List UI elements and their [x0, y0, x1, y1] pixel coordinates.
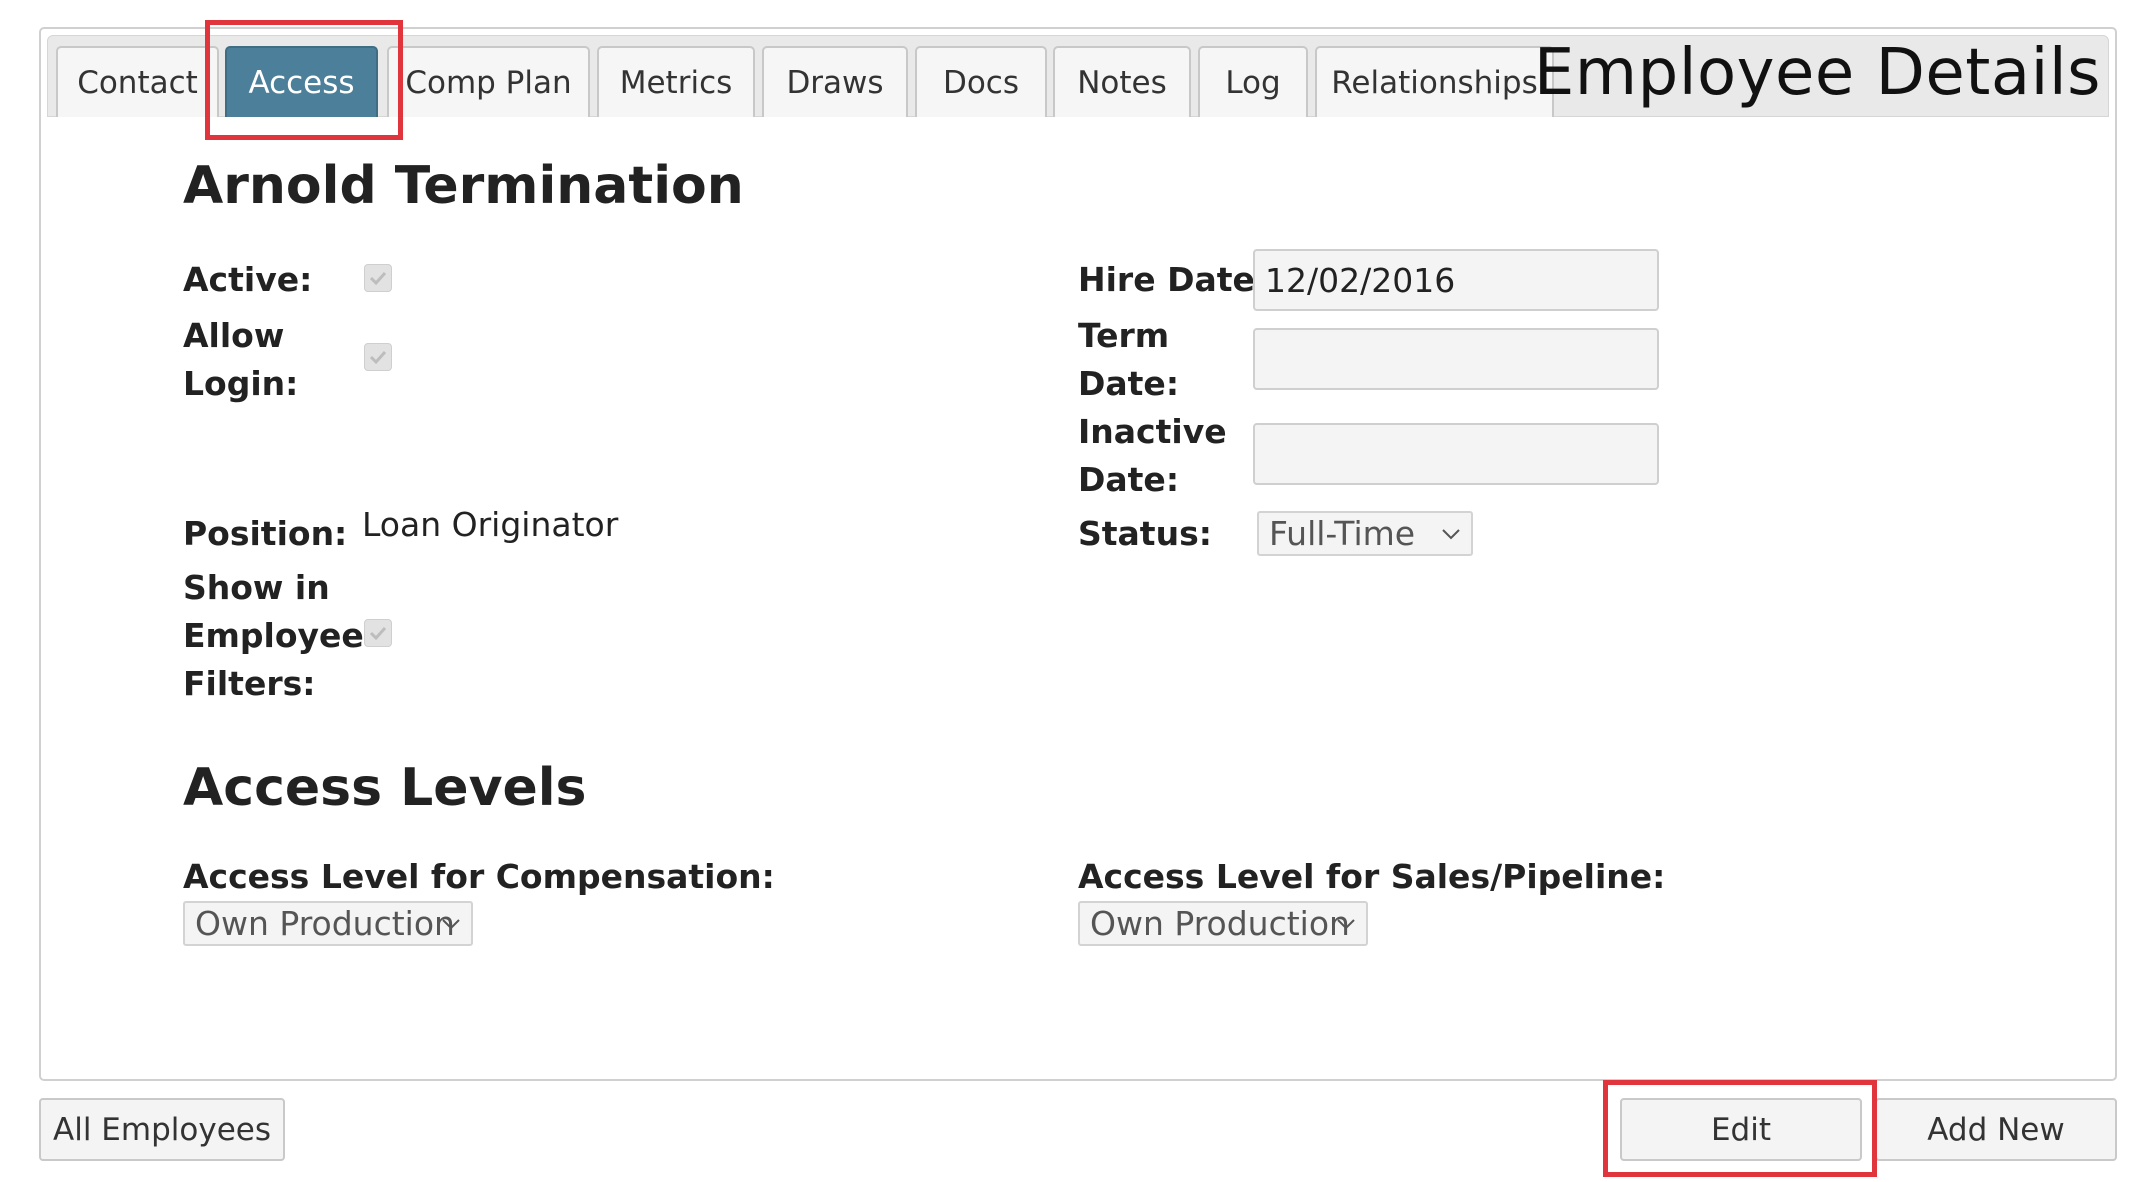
sales-access-value: Own Production [1090, 904, 1350, 943]
edit-button[interactable]: Edit [1620, 1098, 1862, 1161]
status-select-value: Full-Time [1269, 514, 1416, 553]
compensation-access-value: Own Production [195, 904, 455, 943]
chevron-down-icon [1337, 919, 1355, 930]
chevron-down-icon [1442, 529, 1460, 540]
tab-notes[interactable]: Notes [1053, 46, 1191, 117]
tab-draws[interactable]: Draws [762, 46, 908, 117]
inactive-date-label: Inactive Date: [1078, 412, 1227, 499]
hire-date-label: Hire Date: [1078, 260, 1269, 299]
show-in-filters-label: Show in Employee Filters: [183, 568, 364, 703]
hire-date-input[interactable] [1253, 249, 1659, 311]
page-title: Employee Details [1533, 36, 2101, 110]
tab-comp-plan[interactable]: Comp Plan [387, 46, 590, 117]
tab-metrics[interactable]: Metrics [597, 46, 755, 117]
check-icon [369, 350, 387, 365]
status-select[interactable]: Full-Time [1257, 511, 1473, 556]
employee-name: Arnold Termination [183, 156, 744, 216]
chevron-down-icon [442, 919, 460, 930]
status-label: Status: [1078, 514, 1212, 553]
tab-docs[interactable]: Docs [915, 46, 1047, 117]
active-checkbox[interactable] [364, 264, 392, 292]
access-levels-heading: Access Levels [183, 758, 587, 818]
allow-login-checkbox[interactable] [364, 343, 392, 371]
all-employees-button[interactable]: All Employees [39, 1098, 285, 1161]
allow-login-label: Allow Login: [183, 316, 299, 403]
tab-access[interactable]: Access [225, 46, 378, 117]
sales-access-select[interactable]: Own Production [1078, 901, 1368, 946]
term-date-label: Term Date: [1078, 316, 1180, 403]
tab-relationships[interactable]: Relationships [1315, 46, 1554, 117]
position-label: Position: [183, 514, 348, 553]
tab-log[interactable]: Log [1198, 46, 1308, 117]
show-in-filters-checkbox[interactable] [364, 619, 392, 647]
active-label: Active: [183, 260, 313, 299]
compensation-access-select[interactable]: Own Production [183, 901, 473, 946]
sales-access-label: Access Level for Sales/Pipeline: [1078, 857, 1666, 896]
compensation-access-label: Access Level for Compensation: [183, 857, 775, 896]
position-value: Loan Originator [362, 505, 619, 544]
check-icon [369, 626, 387, 641]
add-new-button[interactable]: Add New [1875, 1098, 2117, 1161]
inactive-date-input[interactable] [1253, 423, 1659, 485]
term-date-input[interactable] [1253, 328, 1659, 390]
check-icon [369, 271, 387, 286]
tab-contact[interactable]: Contact [56, 46, 219, 117]
